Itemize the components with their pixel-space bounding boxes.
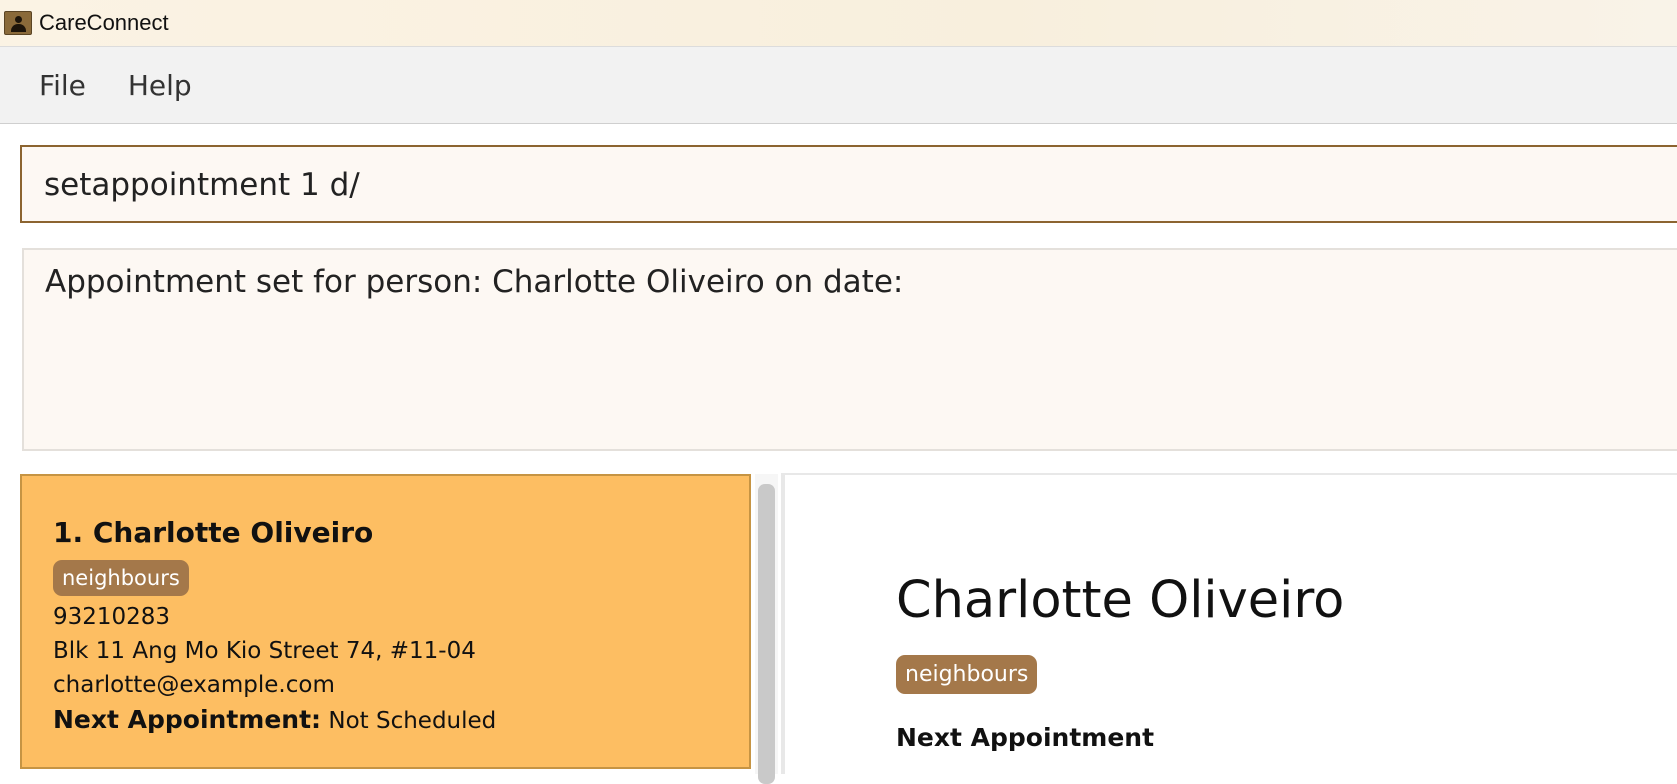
command-input[interactable] bbox=[44, 167, 1544, 203]
detail-appointment-heading: Next Appointment bbox=[896, 723, 1155, 752]
detail-name: Charlotte Oliveiro bbox=[896, 571, 1345, 630]
command-box bbox=[20, 145, 1677, 223]
menu-bar: File Help bbox=[0, 46, 1677, 124]
person-list-panel: 1. Charlotte Oliveiro neighbours 9321028… bbox=[20, 474, 778, 784]
result-display: Appointment set for person: Charlotte Ol… bbox=[22, 248, 1677, 451]
appointment-label: Next Appointment: bbox=[53, 705, 322, 734]
person-card[interactable]: 1. Charlotte Oliveiro neighbours 9321028… bbox=[20, 474, 751, 769]
person-card-address: Blk 11 Ang Mo Kio Street 74, #11-04 bbox=[53, 638, 476, 664]
result-message: Appointment set for person: Charlotte Ol… bbox=[45, 264, 904, 300]
window-title: CareConnect bbox=[39, 10, 169, 35]
person-card-phone: 93210283 bbox=[53, 604, 171, 630]
person-card-appointment: Next Appointment: Not Scheduled bbox=[53, 705, 496, 734]
address-book-icon bbox=[4, 11, 32, 35]
detail-tag: neighbours bbox=[896, 655, 1038, 694]
title-bar: CareConnect bbox=[0, 0, 1677, 46]
person-card-name: 1. Charlotte Oliveiro bbox=[53, 516, 374, 549]
list-scrollbar-thumb[interactable] bbox=[758, 484, 775, 784]
person-detail-panel: Charlotte Oliveiro neighbours Next Appoi… bbox=[781, 473, 1677, 774]
appointment-value: Not Scheduled bbox=[328, 708, 497, 734]
person-card-tag: neighbours bbox=[53, 560, 189, 596]
person-card-email: charlotte@example.com bbox=[53, 672, 335, 698]
menu-file[interactable]: File bbox=[18, 69, 107, 102]
list-scrollbar[interactable] bbox=[755, 474, 778, 784]
menu-help[interactable]: Help bbox=[107, 69, 213, 102]
